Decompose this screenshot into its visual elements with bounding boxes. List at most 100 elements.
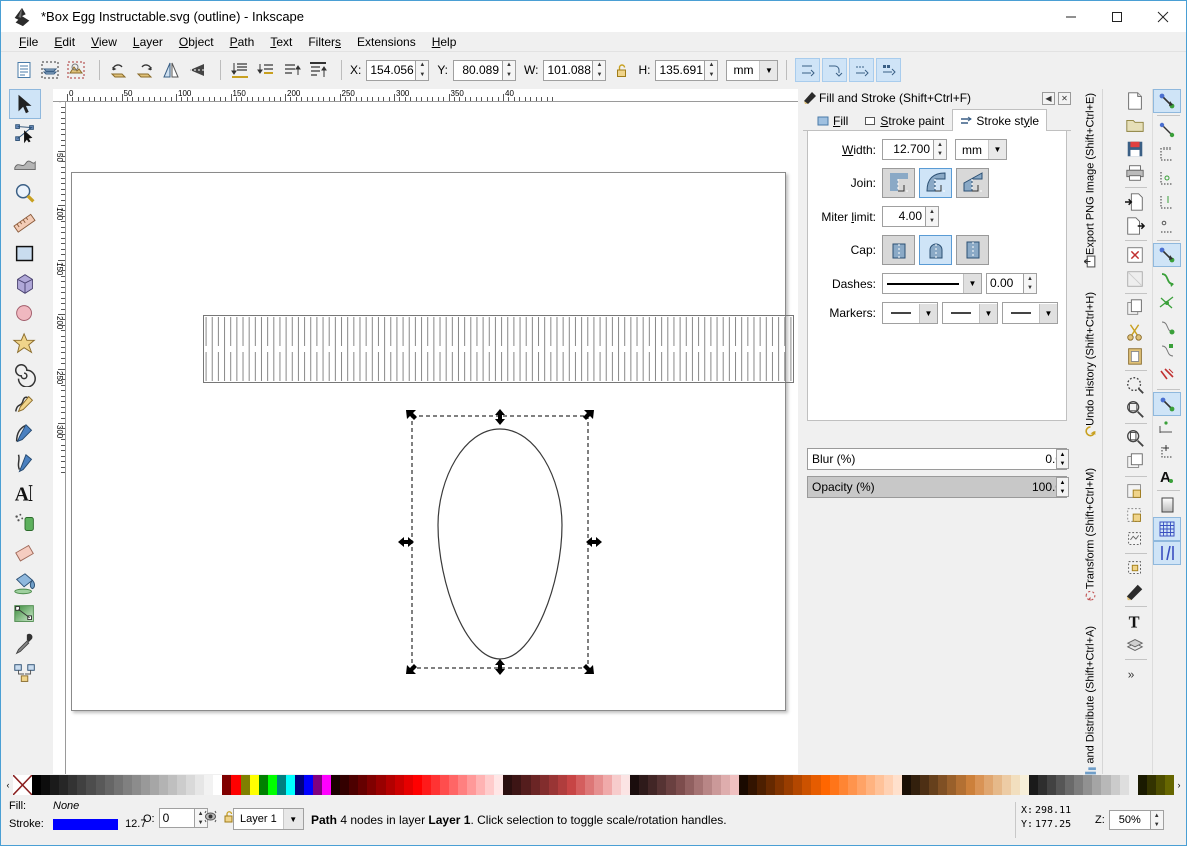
palette-swatch[interactable] [902,775,912,795]
maximize-button[interactable] [1094,1,1140,32]
star-tool[interactable] [9,329,41,359]
palette-swatch[interactable] [86,775,96,795]
snap-nodes-paths-icon[interactable] [1153,243,1181,267]
dash-pattern-selector[interactable]: ▼ [882,273,982,294]
palette-swatch[interactable] [702,775,712,795]
palette-swatch[interactable] [974,775,984,795]
affect-patterns-toggle[interactable] [876,58,902,82]
palette-swatch[interactable] [1001,775,1011,795]
spiral-tool[interactable] [9,359,41,389]
print-document-button[interactable] [1121,161,1149,185]
palette-swatch[interactable] [322,775,332,795]
palette-swatch[interactable] [666,775,676,795]
palette-swatches[interactable] [12,774,1174,796]
zoom-spin-buttons[interactable]: ▲ ▼ [1150,810,1164,830]
tweak-tool[interactable] [9,149,41,179]
stroke-width-spin-buttons[interactable]: ▲ ▼ [934,139,947,160]
vtab-undo-history[interactable]: Undo History (Shift+Ctrl+H) [1084,292,1097,442]
egg-path-selection[interactable] [396,407,604,677]
tab-stroke-style[interactable]: Stroke style [952,109,1048,131]
menu-help[interactable]: Help [424,34,465,50]
palette-swatch[interactable] [1065,775,1075,795]
palette-swatch[interactable] [575,775,585,795]
palette-swatch[interactable] [829,775,839,795]
stroke-color-swatch[interactable] [53,818,118,830]
palette-swatch[interactable] [367,775,377,795]
palette-swatch[interactable] [41,775,51,795]
opacity-spinner[interactable]: 0 ▲ ▼ [158,808,208,829]
egg-outline-path[interactable] [437,428,563,660]
y-spin-buttons[interactable]: ▲ ▼ [503,59,517,81]
palette-swatch[interactable] [856,775,866,795]
palette-swatch[interactable] [1092,775,1102,795]
palette-swatch[interactable] [458,775,468,795]
palette-swatch[interactable] [158,775,168,795]
3d-box-tool[interactable] [9,269,41,299]
palette-swatch[interactable] [186,775,196,795]
palette-swatch[interactable] [421,775,431,795]
palette-swatch[interactable] [893,775,903,795]
dash-offset-input[interactable]: 0.00 [986,273,1024,294]
snap-bounding-box-icon[interactable] [1153,118,1181,142]
palette-swatch[interactable] [494,775,504,795]
palette-swatch[interactable] [874,775,884,795]
rotate-90-ccw-icon[interactable] [108,59,130,81]
w-spin-buttons[interactable]: ▲ ▼ [593,59,607,81]
palette-swatch[interactable] [349,775,359,795]
palette-swatch[interactable] [204,775,214,795]
palette-swatch[interactable] [584,775,594,795]
affect-gradients-toggle[interactable] [849,58,875,82]
palette-swatch[interactable] [331,775,341,795]
palette-swatch[interactable] [521,775,531,795]
palette-swatch[interactable] [448,775,458,795]
chevron-down-icon[interactable]: ▼ [919,303,937,323]
palette-swatch[interactable] [476,775,486,795]
palette-swatch[interactable] [757,775,767,795]
mid-marker-selector[interactable]: ▼ [942,302,998,324]
layer-selector[interactable]: Layer 1 ▼ [233,808,304,830]
palette-prev-button[interactable]: ‹ [3,775,13,795]
opacity-input[interactable]: 0 [158,808,195,828]
chevron-down-icon[interactable]: ▼ [979,303,997,323]
h-input[interactable]: 135.691 [655,59,706,81]
fill-indicator[interactable]: Fill: None [9,800,79,812]
palette-swatch[interactable] [965,775,975,795]
ellipse-tool[interactable] [9,299,41,329]
select-all-in-all-layers-icon[interactable] [39,59,61,81]
miter-spin-buttons[interactable]: ▲ ▼ [926,206,939,227]
palette-swatch[interactable] [557,775,567,795]
flip-vertical-icon[interactable] [186,59,208,81]
palette-swatch[interactable] [748,775,758,795]
palette-swatch[interactable] [267,775,277,795]
raise-one-step-icon[interactable] [281,59,303,81]
palette-swatch[interactable] [385,775,395,795]
snap-others-icon[interactable] [1153,392,1181,416]
new-document-button[interactable] [1121,89,1149,113]
palette-swatch[interactable] [213,775,223,795]
vertical-ruler[interactable]: 050100150200250300 [53,102,66,774]
more-button[interactable]: » [1121,662,1149,686]
snap-bbox-edges-icon[interactable] [1153,142,1181,166]
snap-cusp-nodes-icon[interactable] [1153,315,1181,339]
close-button[interactable] [1140,1,1186,32]
opacity-field[interactable]: O: 0 ▲ ▼ [143,808,208,829]
redo-button[interactable] [1121,267,1149,291]
spray-tool[interactable] [9,509,41,539]
drawing-canvas[interactable] [66,102,798,774]
palette-swatch[interactable] [512,775,522,795]
miter-limit-spinner[interactable]: 4.00 ▲ ▼ [882,206,939,227]
select-all-icon[interactable] [13,59,35,81]
chevron-down-icon[interactable]: ▼ [988,140,1006,159]
palette-swatch[interactable] [983,775,993,795]
palette-swatch[interactable] [32,775,42,795]
palette-swatch[interactable] [1019,775,1029,795]
palette-swatch[interactable] [1146,775,1156,795]
palette-swatch[interactable] [231,775,241,795]
snap-guides-icon[interactable] [1153,541,1181,565]
palette-next-button[interactable]: › [1174,775,1184,795]
palette-swatch[interactable] [485,775,495,795]
stroke-width-unit-selector[interactable]: mm ▼ [955,139,1007,160]
horizontal-ruler[interactable]: 0 50 100 150 200 250 300 350 40 [53,89,798,102]
snap-text-baseline-icon[interactable]: A [1153,464,1181,488]
ungroup-button[interactable] [1121,503,1149,527]
